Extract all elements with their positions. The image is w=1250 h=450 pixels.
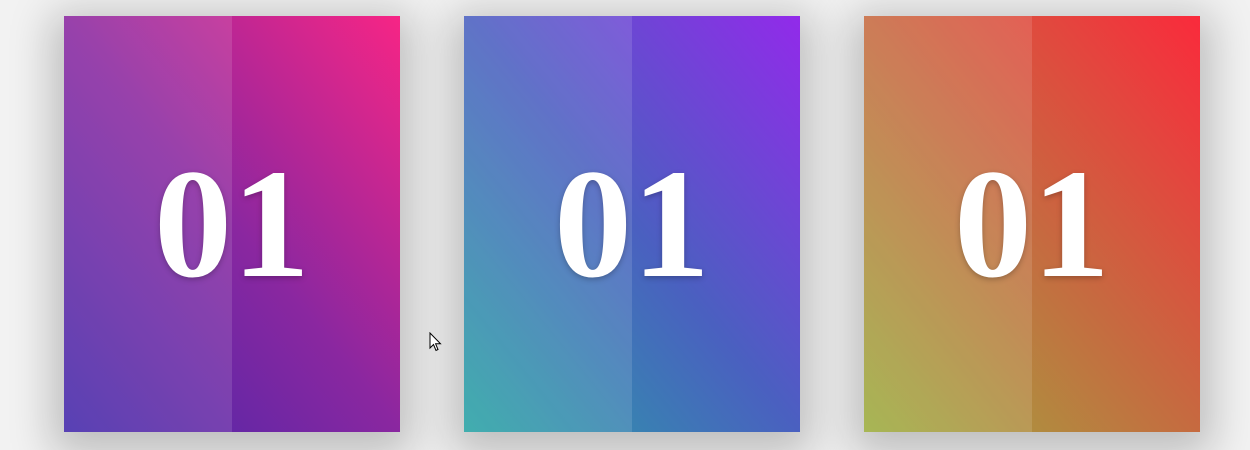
card-number: 01 xyxy=(154,137,310,310)
card-2[interactable]: 01 xyxy=(464,16,800,432)
card-number: 01 xyxy=(554,137,710,310)
mouse-cursor-icon xyxy=(429,332,442,352)
card-3[interactable]: 01 xyxy=(864,16,1200,432)
card-1[interactable]: 01 xyxy=(64,16,400,432)
card-number: 01 xyxy=(954,137,1110,310)
